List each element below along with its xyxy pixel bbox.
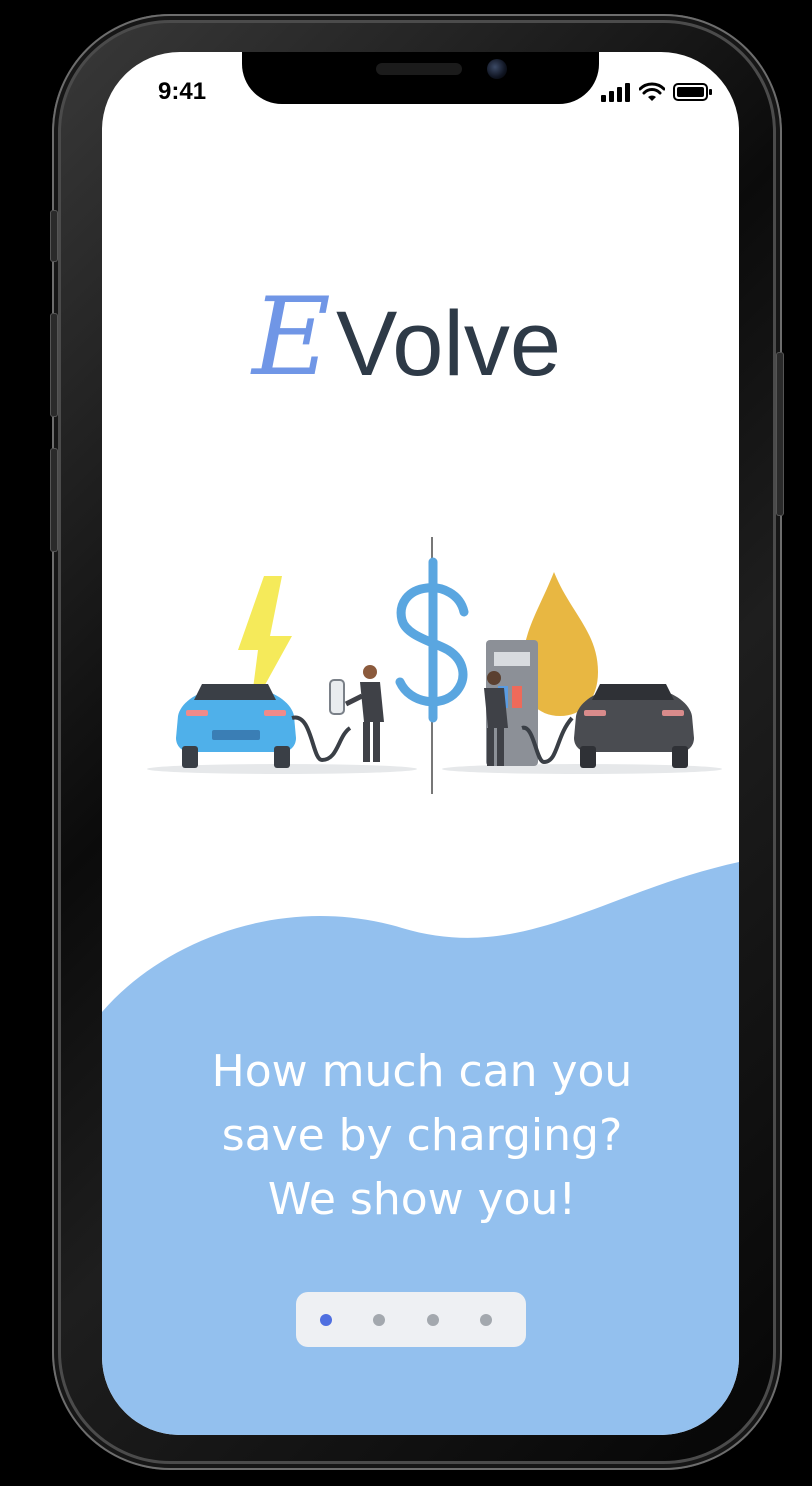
battery-icon (673, 83, 712, 101)
status-time: 9:41 (158, 78, 207, 105)
onboarding-headline: How much can you save by charging? We sh… (162, 1040, 682, 1232)
wifi-icon (639, 82, 665, 101)
app-logo: E Volve (252, 284, 592, 394)
mute-switch (50, 210, 58, 262)
volume-up-button (50, 313, 58, 417)
volume-down-button (50, 448, 58, 552)
headline-line-1: How much can you (211, 1046, 633, 1097)
electric-car (176, 684, 296, 768)
page-indicator (296, 1292, 526, 1347)
status-icons (601, 82, 713, 102)
page-dot-1[interactable] (320, 1313, 332, 1326)
page-dot-2[interactable] (373, 1313, 386, 1326)
logo-wordmark: Volve (336, 293, 562, 395)
headline-line-3: We show you! (267, 1174, 577, 1225)
front-camera (487, 59, 507, 79)
person-charging (344, 665, 384, 762)
logo-mark: E (252, 275, 331, 400)
page-dot-4[interactable] (479, 1313, 492, 1326)
headline-line-2: save by charging? (221, 1110, 623, 1161)
phone-screen: 9:41 E Volve How much can you save by ch… (102, 52, 739, 1435)
power-button (776, 352, 784, 516)
notch (242, 52, 599, 104)
ev-charging-vs-gas-station-illustration (147, 537, 722, 794)
dollar-sign-icon (395, 557, 469, 723)
gas-car (574, 684, 694, 768)
page-dot-3[interactable] (426, 1313, 439, 1326)
cellular-signal-icon (601, 83, 630, 102)
speaker-grille (376, 63, 462, 75)
